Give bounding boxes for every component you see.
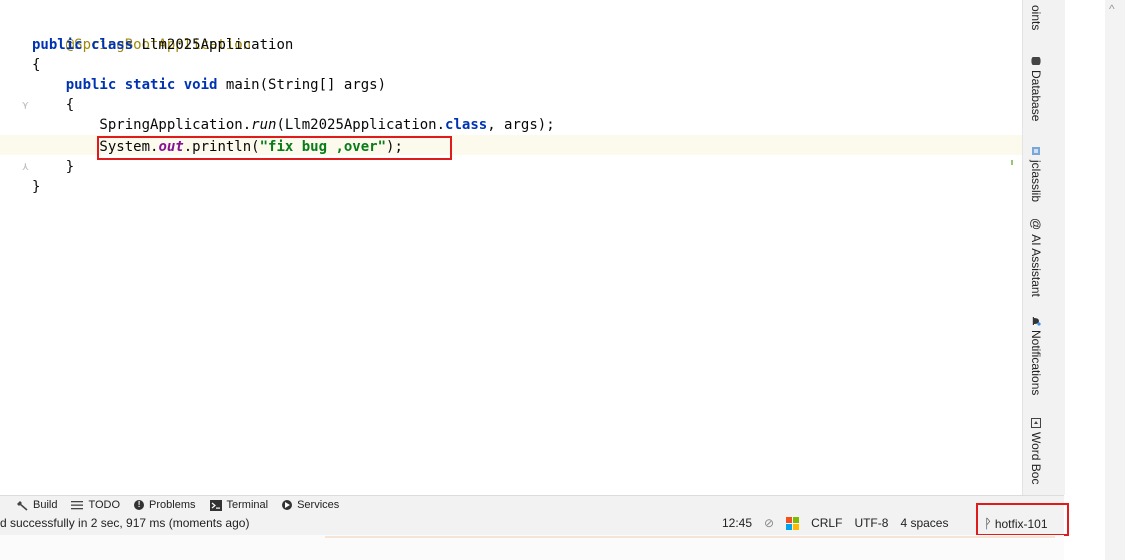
indent-setting[interactable]: 4 spaces: [900, 516, 948, 530]
tool-label: jclasslib: [1029, 160, 1043, 203]
brace: }: [32, 179, 41, 195]
code-line-4[interactable]: public static void main(String[] args): [32, 75, 386, 95]
tool-label: AI Assistant: [1029, 234, 1043, 297]
caret-position[interactable]: 12:45: [722, 516, 752, 530]
branch-icon: ᚹ: [984, 516, 992, 531]
status-message[interactable]: d successfully in 2 sec, 917 ms (moments…: [0, 516, 249, 530]
keyword: static: [124, 77, 176, 93]
brace: {: [32, 97, 75, 113]
bottom-strip: [0, 535, 1064, 560]
status-widgets: 12:45 ⊘ CRLF UTF-8 4 spaces: [722, 516, 960, 530]
terminal-icon: [209, 499, 222, 511]
code-line-6[interactable]: SpringApplication.run(Llm2025Application…: [32, 115, 555, 135]
tool-notifications[interactable]: Notifications: [1029, 316, 1043, 395]
tab-label: Services: [297, 499, 340, 511]
code-line-5[interactable]: {: [32, 95, 74, 115]
tool-window-bar: Build TODO ! Problems Terminal Services: [0, 495, 1064, 514]
code-line-1[interactable]: @SpringBootApplication: [32, 15, 251, 53]
chevron-up-icon[interactable]: ^: [1109, 2, 1115, 16]
services-icon: [282, 500, 293, 510]
word-book-icon: [1031, 418, 1041, 428]
tool-label: Word Boc: [1029, 432, 1043, 485]
vcs-branch-widget[interactable]: ᚹ hotfix-101: [984, 516, 1048, 531]
tool-label: Notifications: [1029, 330, 1043, 396]
tool-ai-assistant[interactable]: @ AI Assistant: [1029, 218, 1043, 297]
code-line-9[interactable]: }: [32, 177, 40, 197]
hammer-icon: [17, 500, 28, 511]
bell-icon: [1032, 317, 1041, 326]
method-signature: main(String[] args): [217, 77, 387, 93]
right-tool-strip: oints Database jclasslib @ AI Assistant …: [1022, 0, 1065, 495]
tool-label: Database: [1029, 70, 1043, 122]
keyword: public: [65, 77, 117, 93]
static-method: run: [251, 117, 277, 133]
tab-todo[interactable]: TODO: [71, 499, 120, 511]
tool-word-book[interactable]: Word Boc: [1029, 418, 1043, 484]
file-encoding[interactable]: UTF-8: [854, 516, 888, 530]
windows-icon[interactable]: [786, 516, 800, 530]
tab-label: Terminal: [226, 499, 269, 511]
tab-label: TODO: [88, 499, 121, 511]
tool-jclasslib[interactable]: jclasslib: [1029, 146, 1043, 202]
code-line-3[interactable]: {: [32, 55, 40, 75]
code-text: , args);: [487, 117, 555, 133]
tab-services[interactable]: Services: [282, 499, 339, 511]
divider: [325, 536, 1055, 538]
keyword: public: [32, 37, 83, 53]
list-icon: [71, 501, 84, 510]
brace: }: [32, 159, 75, 175]
change-marker: [1011, 160, 1013, 165]
code-text: (Llm2025Application.: [276, 117, 446, 133]
code-text: SpringApplication.: [32, 117, 252, 133]
jclasslib-icon: [1032, 147, 1040, 155]
problems-icon: !: [134, 500, 145, 510]
at-icon: @: [1029, 218, 1043, 231]
tab-build[interactable]: Build: [16, 499, 57, 511]
no-power-save-icon[interactable]: ⊘: [764, 516, 774, 530]
fold-marker-icon[interactable]: ⋎: [22, 99, 29, 112]
keyword: void: [183, 77, 218, 93]
outer-scrollbar[interactable]: [1105, 0, 1125, 560]
fold-marker-icon[interactable]: ⋏: [22, 160, 29, 173]
tool-database[interactable]: Database: [1029, 56, 1043, 121]
keyword: class: [91, 37, 134, 53]
status-bar: d successfully in 2 sec, 917 ms (moments…: [0, 513, 1064, 535]
tool-label: oints: [1029, 5, 1043, 31]
code-editor[interactable]: @SpringBootApplication public class Llm2…: [0, 0, 1022, 490]
tool-points[interactable]: oints: [1029, 5, 1043, 30]
tab-problems[interactable]: ! Problems: [134, 499, 196, 511]
code-line-8[interactable]: }: [32, 157, 74, 177]
code-highlight-box: [97, 136, 452, 160]
keyword: class: [445, 117, 488, 133]
line-separator[interactable]: CRLF: [811, 516, 842, 530]
code-line-2[interactable]: public class Llm2025Application: [32, 35, 293, 55]
tab-label: Build: [33, 499, 58, 511]
class-name: Llm2025Application: [133, 37, 294, 53]
tab-label: Problems: [149, 499, 196, 511]
branch-name: hotfix-101: [994, 516, 1048, 531]
database-icon: [1031, 57, 1041, 65]
brace: {: [32, 57, 41, 73]
tab-terminal[interactable]: Terminal: [209, 499, 269, 511]
